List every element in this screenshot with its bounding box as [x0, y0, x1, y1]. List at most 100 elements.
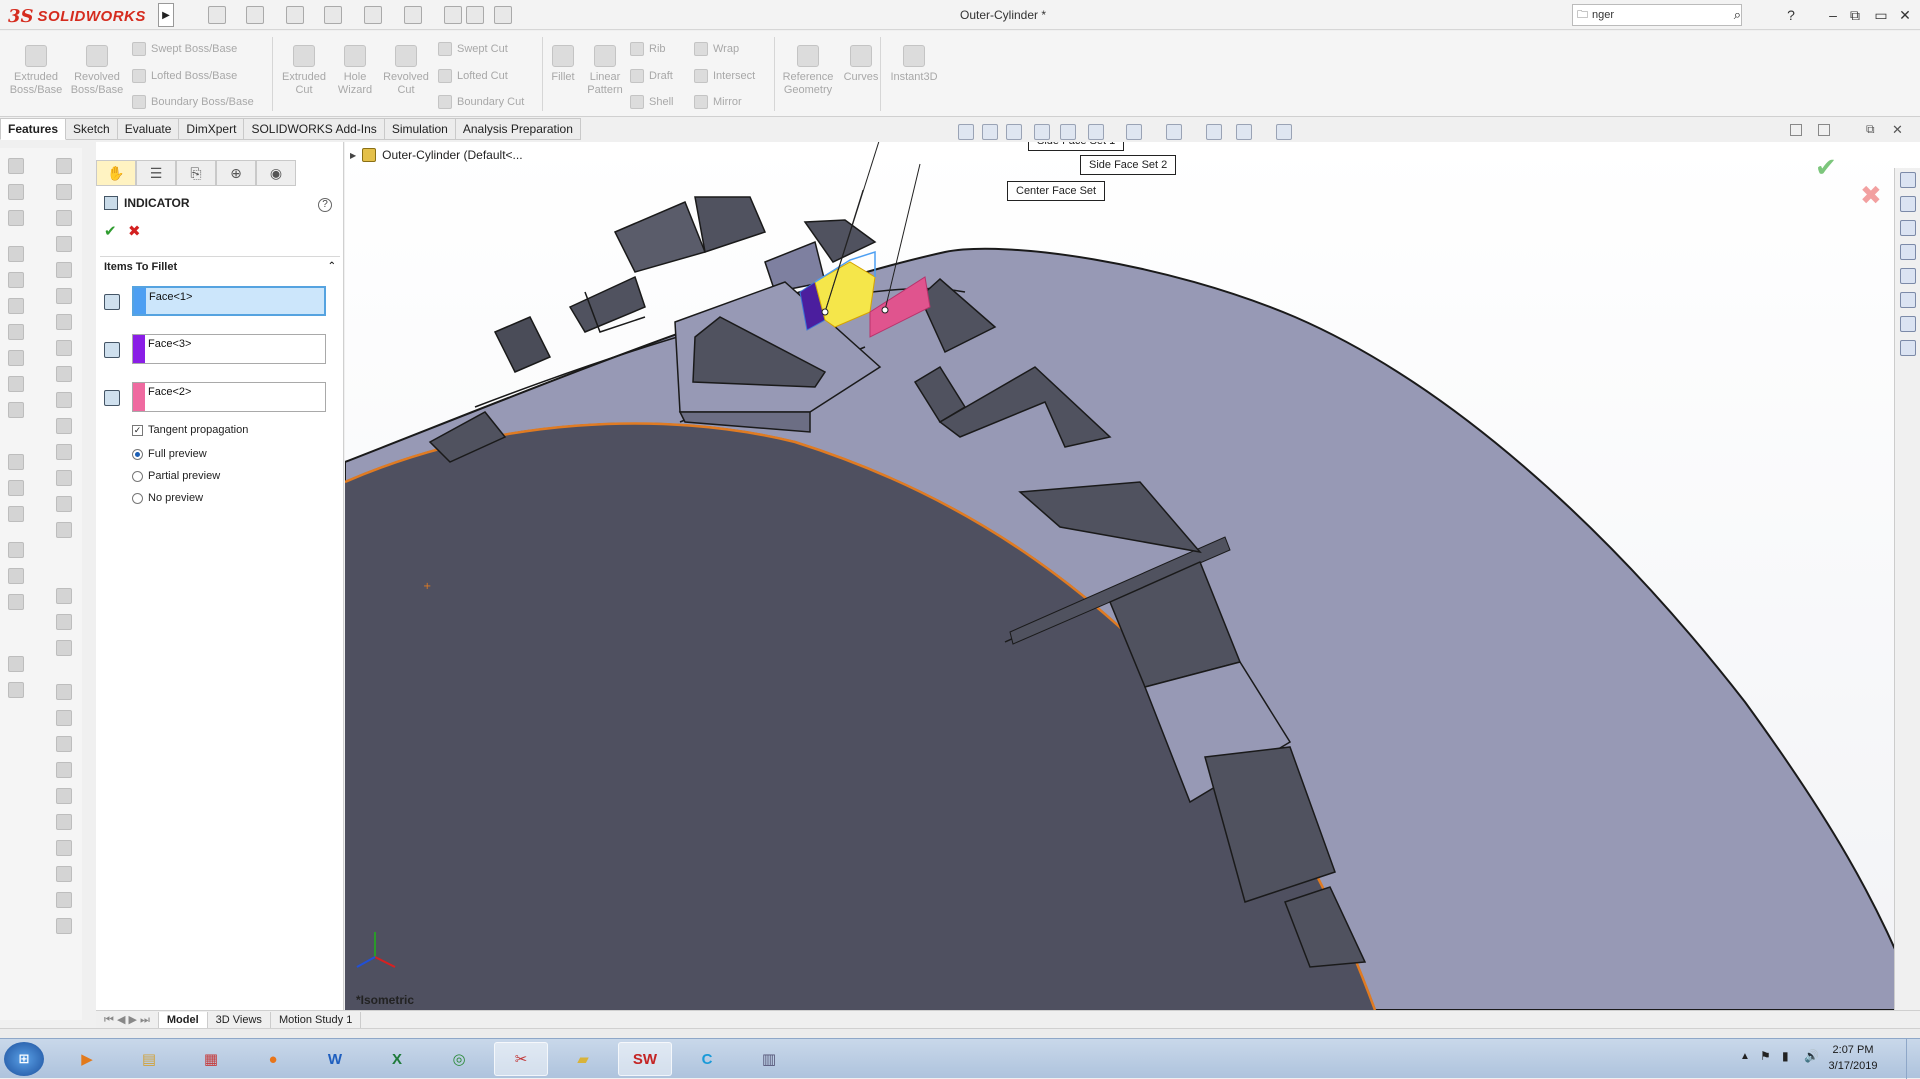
home-icon[interactable]: [1900, 172, 1916, 188]
tool-icon[interactable]: [8, 272, 24, 288]
feature-tree-tab-icon[interactable]: ☰: [136, 160, 176, 186]
search-box[interactable]: 🗀 nger ⌕: [1572, 4, 1742, 26]
viewport-close-icon[interactable]: ✕: [1892, 122, 1903, 138]
file-explorer-icon[interactable]: [1900, 220, 1916, 236]
tab-evaluate[interactable]: Evaluate: [117, 118, 180, 140]
3dexperience-icon[interactable]: [1900, 340, 1916, 356]
radio-button[interactable]: [132, 470, 143, 482]
tab-sketch[interactable]: Sketch: [66, 118, 118, 140]
view-palette-icon[interactable]: [1900, 244, 1916, 260]
volume-icon[interactable]: 🔊: [1804, 1049, 1819, 1063]
swept-cut-button[interactable]: Swept Cut: [438, 40, 508, 58]
tool-icon[interactable]: [56, 288, 72, 304]
tool-icon[interactable]: [56, 210, 72, 226]
linear-pattern-button[interactable]: Linear Pattern: [578, 45, 632, 97]
draft-button[interactable]: Draft: [630, 67, 673, 85]
revolved-boss-button[interactable]: Revolved Boss/Base: [70, 45, 124, 97]
collapse-chevron-icon[interactable]: ⌃: [328, 261, 336, 272]
tool-icon[interactable]: [8, 210, 24, 226]
print-icon[interactable]: [324, 6, 342, 24]
tool-icon[interactable]: [8, 480, 24, 496]
hole-wizard-button[interactable]: Hole Wizard: [328, 45, 382, 97]
new-document-icon[interactable]: [208, 6, 226, 24]
tool-icon[interactable]: [8, 184, 24, 200]
tool-icon[interactable]: [56, 840, 72, 856]
tool-icon[interactable]: [8, 682, 24, 698]
face-selection-box[interactable]: Face<3>: [132, 334, 326, 364]
tab-analysis-preparation[interactable]: Analysis Preparation: [455, 118, 581, 140]
checkbox[interactable]: ✓: [132, 424, 143, 436]
tool-icon[interactable]: [56, 522, 72, 538]
tool-icon[interactable]: [56, 918, 72, 934]
tool-icon[interactable]: [8, 656, 24, 672]
tab-simulation[interactable]: Simulation: [384, 118, 456, 140]
undo-icon[interactable]: [364, 6, 382, 24]
radio-button[interactable]: [132, 492, 143, 504]
forum-icon[interactable]: [1900, 316, 1916, 332]
shell-button[interactable]: Shell: [630, 93, 673, 111]
file-properties-icon[interactable]: [466, 6, 484, 24]
tool-icon[interactable]: [56, 866, 72, 882]
tool-icon[interactable]: [56, 158, 72, 174]
tab-motion-study-1[interactable]: Motion Study 1: [271, 1011, 362, 1028]
confirm-corner-cancel-icon[interactable]: ✖: [1860, 180, 1882, 211]
options-gear-icon[interactable]: [494, 6, 512, 24]
system-clock[interactable]: 2:07 PM 3/17/2019: [1818, 1042, 1888, 1074]
viewport-expand-icon[interactable]: [1818, 124, 1830, 136]
full-preview-option[interactable]: Full preview: [132, 448, 207, 460]
callout-side-face-set-2[interactable]: Side Face Set 2: [1080, 155, 1177, 175]
mirror-button[interactable]: Mirror: [694, 93, 742, 111]
tool-icon[interactable]: [56, 614, 72, 630]
extruded-boss-button[interactable]: Extruded Boss/Base: [9, 45, 63, 97]
tool-icon[interactable]: [56, 788, 72, 804]
firefox-icon[interactable]: ●: [246, 1042, 300, 1076]
design-library-icon[interactable]: [1900, 196, 1916, 212]
tab-dimxpert[interactable]: DimXpert: [179, 118, 245, 140]
graphics-area[interactable]: + Side Face Set 1 Side Face Set 2 Center…: [345, 142, 1920, 1010]
appearances-icon[interactable]: [1900, 268, 1916, 284]
close-window-button[interactable]: ✕: [1896, 6, 1914, 24]
search-icon[interactable]: ⌕: [1734, 7, 1741, 23]
tool-icon[interactable]: [8, 298, 24, 314]
excel-icon[interactable]: X: [370, 1042, 424, 1076]
boundary-boss-button[interactable]: Boundary Boss/Base: [132, 93, 254, 111]
calculator-icon[interactable]: ▥: [742, 1042, 796, 1076]
dimxpert-tab-icon[interactable]: ⊕: [216, 160, 256, 186]
show-desktop-button[interactable]: [1906, 1039, 1920, 1079]
custom-properties-icon[interactable]: [1900, 292, 1916, 308]
boundary-cut-button[interactable]: Boundary Cut: [438, 93, 524, 111]
display-style-icon[interactable]: [1126, 124, 1142, 140]
tool-icon[interactable]: [56, 236, 72, 252]
tool-icon[interactable]: [56, 314, 72, 330]
show-hidden-icons-icon[interactable]: ▲: [1740, 1051, 1750, 1062]
dynamic-annotation-icon[interactable]: [1060, 124, 1076, 140]
swept-boss-button[interactable]: Swept Boss/Base: [132, 40, 237, 58]
menu-expand-arrow[interactable]: ▶: [158, 3, 174, 27]
save-icon[interactable]: [286, 6, 304, 24]
wrap-button[interactable]: Wrap: [694, 40, 739, 58]
intersect-button[interactable]: Intersect: [694, 67, 755, 85]
expand-arrow-icon[interactable]: ▶: [350, 151, 356, 160]
tool-icon[interactable]: [56, 736, 72, 752]
model-render[interactable]: +: [345, 142, 1920, 1010]
tool-icon[interactable]: [56, 814, 72, 830]
tool-icon[interactable]: [56, 418, 72, 434]
revolved-cut-button[interactable]: Revolved Cut: [379, 45, 433, 97]
tool-icon[interactable]: [56, 184, 72, 200]
tab-features[interactable]: Features: [0, 118, 67, 140]
section-view-icon[interactable]: [1034, 124, 1050, 140]
tangent-propagation-option[interactable]: ✓ Tangent propagation: [132, 424, 248, 436]
zoom-to-fit-icon[interactable]: [958, 124, 974, 140]
tool-icon[interactable]: [8, 324, 24, 340]
tool-icon[interactable]: [8, 376, 24, 392]
tool-icon[interactable]: [56, 640, 72, 656]
scroll-arrows-icon[interactable]: ⏮ ◀ ▶ ⏭: [96, 1011, 159, 1028]
tool-icon[interactable]: [8, 454, 24, 470]
solidworks-logo[interactable]: 3S SOLIDWORKS: [8, 3, 154, 29]
zoom-to-area-icon[interactable]: [982, 124, 998, 140]
word-icon[interactable]: W: [308, 1042, 362, 1076]
display-manager-tab-icon[interactable]: ◉: [256, 160, 296, 186]
ok-button[interactable]: ✔: [104, 222, 117, 240]
media-player-icon[interactable]: ▶: [60, 1042, 114, 1076]
lofted-cut-button[interactable]: Lofted Cut: [438, 67, 508, 85]
